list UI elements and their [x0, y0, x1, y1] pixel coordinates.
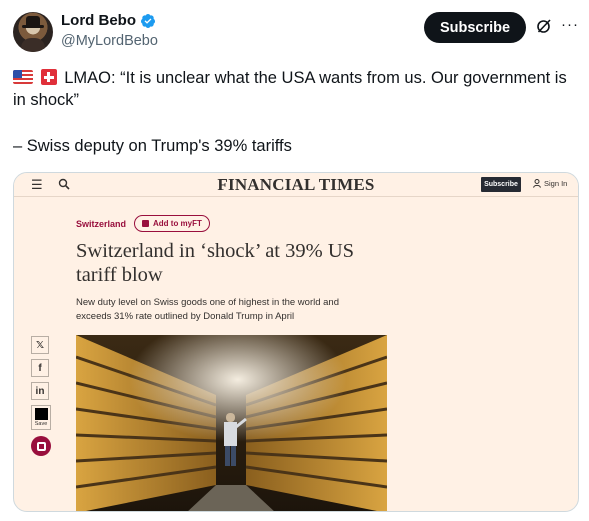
ft-headline: Switzerland in ‘shock’ at 39% US tariff …	[76, 240, 355, 286]
grok-icon[interactable]	[536, 18, 552, 34]
facebook-share-icon: f	[31, 359, 49, 377]
ft-share-bar: 𝕏 f in Save	[31, 336, 51, 456]
user-icon	[533, 179, 541, 188]
ft-standfirst: New duty level on Swiss goods one of hig…	[76, 297, 339, 322]
myft-icon	[142, 220, 149, 227]
ft-topbar: ☰ FINANCIAL TIMES Subscribe Sign In	[14, 173, 578, 197]
author-avatar[interactable]	[13, 12, 53, 52]
cheese-warehouse-photo	[76, 335, 387, 511]
ft-section-tag: Switzerland	[76, 219, 127, 229]
ft-add-to-myft: Add to myFT	[134, 215, 210, 232]
save-icon	[34, 408, 48, 420]
swiss-flag-icon	[40, 69, 57, 85]
ft-gift-icon	[31, 436, 51, 456]
ft-save-label: Save	[34, 421, 48, 427]
more-options-icon[interactable]: ···	[561, 17, 579, 32]
subscribe-button[interactable]: Subscribe	[424, 12, 526, 43]
ft-save-button: Save	[31, 405, 51, 430]
tweet-media-image[interactable]: ☰ FINANCIAL TIMES Subscribe Sign In Swit…	[13, 172, 579, 512]
author-handle[interactable]: @MyLordBebo	[61, 33, 158, 49]
ft-subscribe-button: Subscribe	[481, 177, 521, 192]
tweet-text-line1: LMAO: “It is unclear what the USA wants …	[13, 69, 567, 109]
tweet-text-line2: – Swiss deputy on Trump's 39% tariffs	[13, 137, 292, 155]
linkedin-share-icon: in	[31, 382, 49, 400]
tweet-text: LMAO: “It is unclear what the USA wants …	[13, 67, 579, 157]
author-display-name[interactable]: Lord Bebo	[61, 12, 136, 29]
ft-signin-label: Sign In	[544, 179, 568, 188]
verified-badge-icon	[141, 13, 156, 28]
x-share-icon: 𝕏	[31, 336, 49, 354]
author-name-row[interactable]: Lord Bebo	[61, 12, 156, 29]
ft-signin: Sign In	[533, 179, 567, 188]
us-flag-icon	[13, 70, 33, 84]
ft-add-label: Add to myFT	[153, 219, 202, 228]
